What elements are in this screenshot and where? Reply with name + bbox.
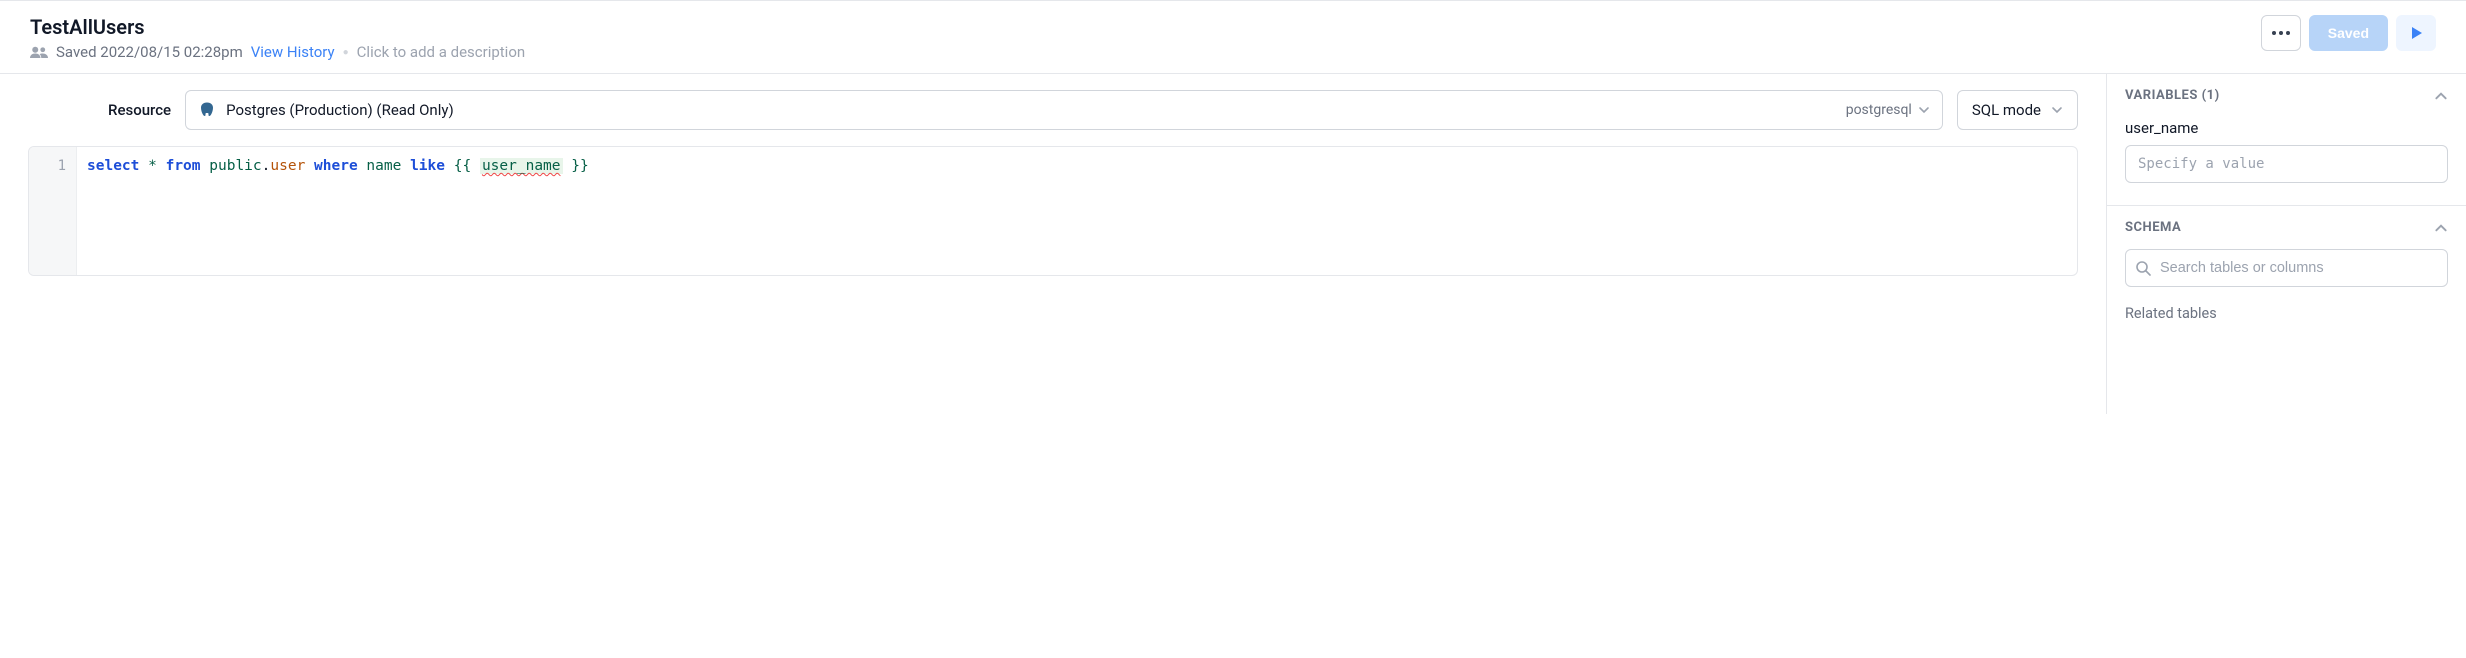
resource-select[interactable]: Postgres (Production) (Read Only) postgr… <box>185 90 1943 130</box>
users-icon <box>30 45 48 59</box>
schema-panel: SCHEMA Related tables <box>2107 206 2466 344</box>
saved-button[interactable]: Saved <box>2309 15 2388 51</box>
search-icon <box>2135 260 2151 276</box>
token-template-open: {{ <box>454 158 480 174</box>
chevron-down-icon <box>1918 104 1930 116</box>
schema-header-label: SCHEMA <box>2125 220 2181 235</box>
token-column: name <box>366 158 401 174</box>
page-header: TestAllUsers Saved 2022/08/15 02:28pm Vi… <box>0 1 2466 74</box>
token-identifier: public <box>209 158 261 174</box>
run-button[interactable] <box>2396 15 2436 51</box>
editor-area: Resource Postgres (Production) (Read Onl… <box>0 74 2106 414</box>
resource-label: Resource <box>108 101 171 119</box>
chevron-up-icon <box>2434 89 2448 103</box>
postgres-icon <box>198 101 216 119</box>
more-button[interactable] <box>2261 15 2301 51</box>
variables-panel: VARIABLES (1) user_name <box>2107 74 2466 206</box>
db-type-label: postgresql <box>1846 102 1912 118</box>
page-title: TestAllUsers <box>30 15 525 39</box>
chevron-down-icon <box>2051 104 2063 116</box>
main-area: Resource Postgres (Production) (Read Onl… <box>0 74 2466 414</box>
play-icon <box>2409 26 2423 40</box>
header-left: TestAllUsers Saved 2022/08/15 02:28pm Vi… <box>30 15 525 61</box>
chevron-up-icon <box>2434 221 2448 235</box>
separator-dot: ● <box>343 47 349 58</box>
related-tables-label: Related tables <box>2125 305 2448 322</box>
token-keyword: like <box>410 158 445 174</box>
view-history-link[interactable]: View History <box>251 43 335 61</box>
variable-name: user_name <box>2125 119 2448 137</box>
saved-timestamp: Saved 2022/08/15 02:28pm <box>56 43 243 61</box>
right-sidebar: VARIABLES (1) user_name SCHEMA Related t… <box>2106 74 2466 414</box>
token-keyword: where <box>314 158 358 174</box>
db-type-indicator: postgresql <box>1846 102 1930 118</box>
variables-panel-header[interactable]: VARIABLES (1) <box>2125 88 2448 103</box>
line-number: 1 <box>29 155 76 177</box>
token-star: * <box>148 158 157 174</box>
mode-label: SQL mode <box>1972 101 2041 119</box>
schema-search-wrap <box>2125 249 2448 287</box>
token-keyword: select <box>87 158 139 174</box>
resource-name: Postgres (Production) (Read Only) <box>226 101 454 119</box>
header-actions: Saved <box>2261 15 2436 51</box>
token-keyword: from <box>166 158 201 174</box>
token-template-close: }} <box>563 158 589 174</box>
subtitle-row: Saved 2022/08/15 02:28pm View History ● … <box>30 43 525 61</box>
token-table: user <box>270 158 305 174</box>
sql-mode-select[interactable]: SQL mode <box>1957 90 2078 130</box>
code-content[interactable]: select * from public.user where name lik… <box>77 147 599 275</box>
variables-header-label: VARIABLES (1) <box>2125 88 2220 103</box>
token-template-var: user_name <box>480 158 563 174</box>
schema-search-input[interactable] <box>2125 249 2448 287</box>
line-gutter: 1 <box>29 147 77 275</box>
variable-value-input[interactable] <box>2125 145 2448 183</box>
schema-panel-header[interactable]: SCHEMA <box>2125 220 2448 235</box>
description-field[interactable]: Click to add a description <box>357 43 526 61</box>
resource-row: Resource Postgres (Production) (Read Onl… <box>28 90 2078 130</box>
code-editor[interactable]: 1 select * from public.user where name l… <box>28 146 2078 276</box>
ellipsis-icon <box>2272 31 2290 35</box>
